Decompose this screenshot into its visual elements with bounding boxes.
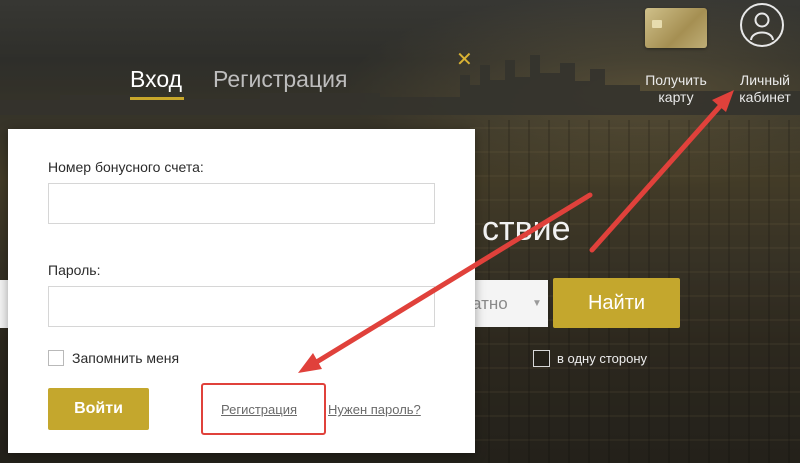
bonus-account-label: Номер бонусного счета:	[48, 159, 204, 175]
close-icon[interactable]: ✕	[456, 50, 473, 70]
login-submit-button[interactable]: Войти	[48, 388, 149, 430]
oneway-checkbox[interactable]	[533, 350, 550, 367]
user-avatar-icon[interactable]	[740, 3, 784, 47]
personal-cabinet-link[interactable]: Личный кабинет	[733, 72, 797, 106]
oneway-label: в одну сторону	[557, 351, 648, 366]
bonus-card-icon[interactable]	[645, 8, 707, 48]
remember-me-checkbox[interactable]	[48, 350, 64, 366]
tab-register[interactable]: Регистрация	[213, 66, 347, 93]
passenger-select[interactable]: атно ▼	[470, 280, 548, 327]
bonus-account-input[interactable]	[48, 183, 435, 224]
remember-me-label: Запомнить меня	[72, 350, 180, 366]
password-input[interactable]	[48, 286, 435, 327]
background-input-edge	[0, 280, 8, 328]
caret-down-icon: ▼	[532, 298, 542, 309]
tab-login[interactable]: Вход	[130, 66, 182, 93]
person-icon	[750, 12, 774, 41]
active-tab-underline	[130, 97, 184, 100]
login-panel: Номер бонусного счета: Пароль: Запомнить…	[8, 129, 475, 453]
password-label: Пароль:	[48, 262, 101, 278]
register-link[interactable]: Регистрация	[221, 402, 297, 417]
passenger-select-value: атно	[472, 294, 508, 313]
background-heading: ствие	[482, 210, 571, 248]
need-password-link[interactable]: Нужен пароль?	[328, 402, 421, 417]
find-button[interactable]: Найти	[553, 278, 680, 328]
get-card-link[interactable]: Получить карту	[638, 72, 714, 106]
